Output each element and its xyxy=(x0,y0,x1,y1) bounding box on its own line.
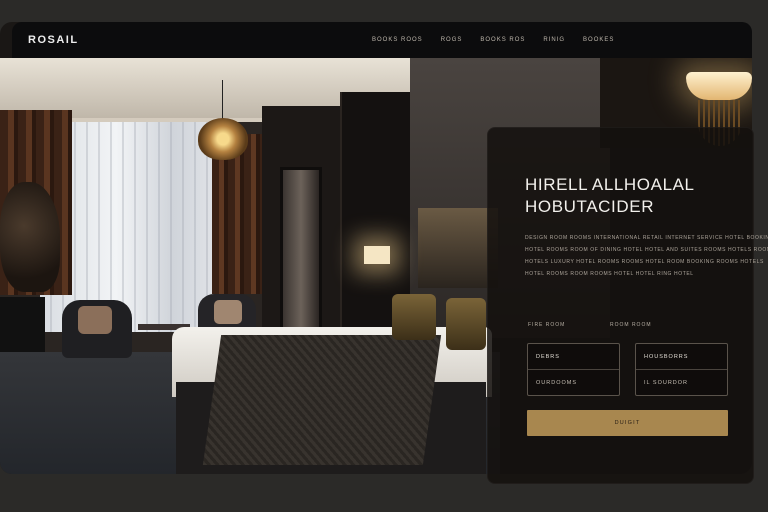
cushion xyxy=(78,306,112,334)
brand-logo[interactable]: ROSAIL xyxy=(28,34,79,46)
nav-link-5[interactable]: BOOKES xyxy=(583,37,614,43)
description-line: HOTELS LUXURY HOTEL ROOMS ROOMS HOTEL RO… xyxy=(525,259,764,265)
plant xyxy=(0,182,60,292)
guests-field[interactable]: HOUSBORRS IL SOURDOR xyxy=(635,343,728,396)
pillow xyxy=(446,298,486,350)
booking-label-left: FIRE ROOM xyxy=(528,322,566,328)
armchair-left xyxy=(62,300,132,358)
field-divider xyxy=(528,369,619,370)
nav-link-4[interactable]: RINIG xyxy=(543,37,565,43)
guests-field-top: HOUSBORRS xyxy=(644,354,689,360)
booking-card: HIRELL ALLHOALAL HOBUTACIDER DESIGN ROOM… xyxy=(487,127,768,484)
chandelier xyxy=(198,118,248,160)
pendant-shade xyxy=(686,72,752,100)
bed-throw xyxy=(202,335,442,465)
pillow xyxy=(392,294,436,340)
checkin-field-top: DEBRS xyxy=(536,354,560,360)
bedside-lamp xyxy=(364,246,390,264)
description-line: HOTEL ROOMS ROOM OF DINING HOTEL HOTEL A… xyxy=(525,247,768,253)
mirror-door xyxy=(280,167,322,338)
field-divider xyxy=(636,369,727,370)
hero-description: DESIGN ROOM ROOMS INTERNATIONAL RETAIL I… xyxy=(525,232,768,280)
bed xyxy=(172,327,492,474)
description-line: HOTEL ROOMS ROOM ROOMS HOTEL HOTEL RING … xyxy=(525,271,694,277)
chandelier-cord xyxy=(222,80,223,120)
description-line: DESIGN ROOM ROOMS INTERNATIONAL RETAIL I… xyxy=(525,235,768,241)
checkin-field-bottom: OURDOOMS xyxy=(536,380,577,386)
headboard xyxy=(418,208,498,288)
main-nav: BOOKS ROOS ROGS BOOKS ROS RINIG BOOKES xyxy=(372,22,614,58)
guests-field-bottom: IL SOURDOR xyxy=(644,380,689,386)
booking-label-right: ROOM ROOM xyxy=(610,322,652,328)
top-navigation-bar: ROSAIL BOOKS ROOS ROGS BOOKS ROS RINIG B… xyxy=(12,22,752,58)
nav-link-3[interactable]: BOOKS ROS xyxy=(480,37,525,43)
nav-link-2[interactable]: ROGS xyxy=(441,37,463,43)
book-now-button[interactable]: DUIGIT xyxy=(527,410,728,436)
hero-title-line-1: HIRELL ALLHOALAL xyxy=(525,175,695,194)
hero-title: HIRELL ALLHOALAL HOBUTACIDER xyxy=(525,174,695,218)
checkin-field[interactable]: DEBRS OURDOOMS xyxy=(527,343,620,396)
cushion xyxy=(214,300,242,324)
hero-title-line-2: HOBUTACIDER xyxy=(525,197,655,216)
nav-link-1[interactable]: BOOKS ROOS xyxy=(372,37,423,43)
